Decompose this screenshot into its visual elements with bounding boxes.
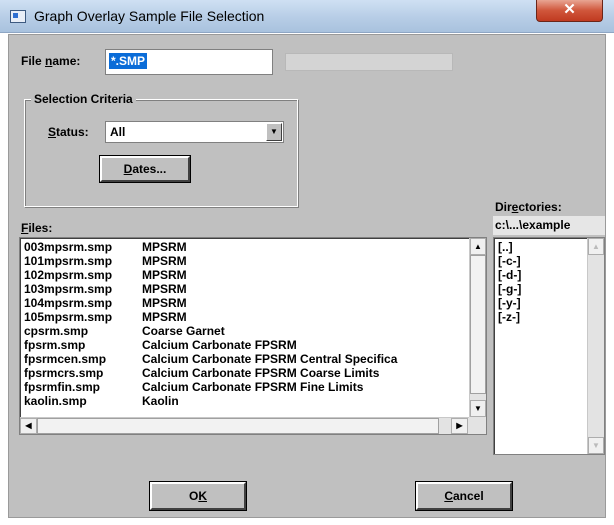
file-list-item-name: 101mpsrm.smp xyxy=(24,254,113,268)
file-list-item[interactable]: 103mpsrm.smp MPSRM xyxy=(24,282,187,296)
directories-vertical-scrollbar[interactable]: ▲ ▼ xyxy=(587,238,604,454)
files-hscroll-thumb[interactable] xyxy=(37,418,439,434)
status-label: Status: xyxy=(48,125,89,139)
files-label: Files: xyxy=(21,221,53,235)
file-list-item[interactable]: 105mpsrm.smp MPSRM xyxy=(24,310,187,324)
file-name-value: *.SMP xyxy=(109,53,148,69)
scroll-left-arrow-icon[interactable]: ◀ xyxy=(20,418,37,434)
directory-list-item[interactable]: [-d-] xyxy=(498,268,521,282)
current-directory-path: c:\...\example xyxy=(495,218,571,232)
directory-list-item[interactable]: [..] xyxy=(498,240,513,254)
close-button[interactable]: ✕ xyxy=(536,0,603,22)
file-list-item[interactable]: fpsrm.smp Calcium Carbonate FPSRM xyxy=(24,338,297,352)
files-scroll-thumb[interactable] xyxy=(470,255,486,394)
chevron-down-icon[interactable]: ▼ xyxy=(266,123,282,141)
file-list-item-name: 003mpsrm.smp xyxy=(24,240,113,254)
scroll-down-arrow-icon[interactable]: ▼ xyxy=(470,400,486,417)
file-list-item-description: MPSRM xyxy=(142,282,187,296)
file-list-item[interactable]: 003mpsrm.smp MPSRM xyxy=(24,240,187,254)
cancel-button[interactable]: Cancel xyxy=(416,482,512,510)
dir-scroll-down-arrow-icon[interactable]: ▼ xyxy=(588,437,604,454)
files-horizontal-scrollbar[interactable]: ◀ ▶ xyxy=(20,417,469,434)
selection-criteria-title: Selection Criteria xyxy=(31,92,136,106)
file-list-item-name: fpsrm.smp xyxy=(24,338,86,352)
file-list-item-name: 102mpsrm.smp xyxy=(24,268,113,282)
file-name-label: File name: xyxy=(21,54,81,68)
dates-button[interactable]: Dates... xyxy=(100,156,190,182)
file-list-item-description: MPSRM xyxy=(142,254,187,268)
dir-scroll-up-arrow-icon[interactable]: ▲ xyxy=(588,238,604,255)
dialog-body: File name: *.SMP Selection Criteria Stat… xyxy=(8,34,606,518)
ok-button[interactable]: OK xyxy=(150,482,246,510)
file-list-item-description: Calcium Carbonate FPSRM Coarse Limits xyxy=(142,366,380,380)
file-list-item-name: 104mpsrm.smp xyxy=(24,296,113,310)
file-list-item-name: 103mpsrm.smp xyxy=(24,282,113,296)
file-list-item-description: MPSRM xyxy=(142,268,187,282)
directory-list-item[interactable]: [-y-] xyxy=(498,296,521,310)
file-list-item[interactable]: fpsrmfin.smp Calcium Carbonate FPSRM Fine… xyxy=(24,380,363,394)
file-list-item-description: MPSRM xyxy=(142,310,187,324)
file-list-item-name: cpsrm.smp xyxy=(24,324,89,338)
file-list-item[interactable]: fpsrmcen.smp Calcium Carbonate FPSRM Cent… xyxy=(24,352,397,366)
file-list-item-description: Calcium Carbonate FPSRM Central Specific… xyxy=(142,352,398,366)
file-list-item-description: Kaolin xyxy=(142,394,179,408)
file-list-item[interactable]: fpsrmcrs.smp Calcium Carbonate FPSRM Coar… xyxy=(24,366,379,380)
window-icon xyxy=(10,10,26,23)
selection-criteria-group xyxy=(24,99,298,207)
scroll-right-arrow-icon[interactable]: ▶ xyxy=(451,418,468,434)
file-list-item[interactable]: kaolin.smp Kaolin xyxy=(24,394,179,408)
status-value: All xyxy=(110,125,126,139)
file-list-item-description: MPSRM xyxy=(142,296,187,310)
file-list-item-description: Coarse Garnet xyxy=(142,324,225,338)
scroll-up-arrow-icon[interactable]: ▲ xyxy=(470,238,486,255)
files-vertical-scrollbar[interactable]: ▲ ▼ xyxy=(469,238,486,417)
file-name-input[interactable]: *.SMP xyxy=(105,49,273,75)
file-list-item[interactable]: 104mpsrm.smp MPSRM xyxy=(24,296,187,310)
title-bar: Graph Overlay Sample File Selection ✕ xyxy=(0,0,614,33)
file-list-item[interactable]: cpsrm.smp Coarse Garnet xyxy=(24,324,225,338)
directory-list-item[interactable]: [-g-] xyxy=(498,282,521,296)
status-dropdown[interactable]: All ▼ xyxy=(105,121,284,143)
file-list-item-name: 105mpsrm.smp xyxy=(24,310,113,324)
scrollbar-corner xyxy=(469,417,486,434)
files-listbox[interactable]: 003mpsrm.smp MPSRM 101mpsrm.smp MPSRM 102mps… xyxy=(19,237,487,435)
file-list-item-name: fpsrmcrs.smp xyxy=(24,366,104,380)
directories-listbox[interactable]: [..] [-c-] [-d-] [-g-] [-y-] [-z-] ▲ ▼ xyxy=(493,237,605,455)
file-list-item-name: kaolin.smp xyxy=(24,394,87,408)
file-info-field xyxy=(285,53,453,71)
current-directory-field: c:\...\example xyxy=(493,216,605,235)
file-list-item-description: Calcium Carbonate FPSRM xyxy=(142,338,297,352)
file-list-item-description: MPSRM xyxy=(142,240,187,254)
directory-list-item[interactable]: [-z-] xyxy=(498,310,520,324)
file-list-item[interactable]: 101mpsrm.smp MPSRM xyxy=(24,254,187,268)
window-title: Graph Overlay Sample File Selection xyxy=(34,8,265,24)
directories-label: Directories: xyxy=(495,200,562,214)
file-list-item-name: fpsrmfin.smp xyxy=(24,380,101,394)
file-list-item[interactable]: 102mpsrm.smp MPSRM xyxy=(24,268,187,282)
file-list-item-name: fpsrmcen.smp xyxy=(24,352,107,366)
file-list-item-description: Calcium Carbonate FPSRM Fine Limits xyxy=(142,380,364,394)
directory-list-item[interactable]: [-c-] xyxy=(498,254,521,268)
